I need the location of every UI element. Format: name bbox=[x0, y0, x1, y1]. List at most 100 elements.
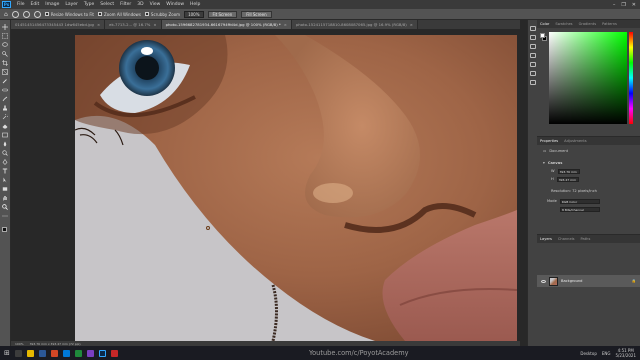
menu-image[interactable]: Image bbox=[42, 2, 62, 7]
history-panel-icon[interactable] bbox=[529, 26, 536, 31]
status-zoom[interactable]: 100% bbox=[15, 342, 24, 346]
move-tool-icon[interactable] bbox=[2, 24, 9, 30]
minimize-button[interactable]: – bbox=[613, 2, 616, 8]
document-canvas[interactable] bbox=[75, 35, 517, 341]
more-tools-icon[interactable] bbox=[2, 213, 9, 219]
tab-channels[interactable]: Channels bbox=[555, 237, 578, 241]
libraries-panel-icon[interactable] bbox=[529, 62, 536, 67]
color-picker-field[interactable] bbox=[549, 32, 627, 124]
brush-settings-icon[interactable] bbox=[529, 35, 536, 40]
zoom-tool-icon[interactable] bbox=[11, 10, 19, 18]
character-panel-icon[interactable] bbox=[529, 44, 536, 49]
width-field[interactable]: 393.76 mm bbox=[557, 169, 580, 174]
tab-gradients[interactable]: Gradients bbox=[576, 22, 600, 26]
pen-tool-icon[interactable] bbox=[2, 159, 9, 165]
tab-patterns[interactable]: Patterns bbox=[599, 22, 620, 26]
zoom-value-field[interactable]: 100% bbox=[184, 10, 204, 18]
doc-tab-1[interactable]: 01451451456473345443 1dw645ebd.jpg × bbox=[11, 20, 106, 29]
frame-tool-icon[interactable] bbox=[2, 69, 9, 75]
fit-screen-button[interactable]: Fit Screen bbox=[207, 10, 238, 18]
menu-view[interactable]: View bbox=[147, 2, 164, 7]
app-icon[interactable] bbox=[50, 349, 58, 357]
doc-tab-4[interactable]: photo-1524115718810-8608087065.jpg @ 16.… bbox=[291, 20, 418, 29]
menu-3d[interactable]: 3D bbox=[134, 2, 146, 7]
app-icon[interactable] bbox=[110, 349, 118, 357]
tab-swatches[interactable]: Swatches bbox=[552, 22, 575, 26]
menu-file[interactable]: File bbox=[14, 2, 28, 7]
mode-select[interactable]: RGB Color bbox=[559, 199, 600, 204]
eraser-tool-icon[interactable] bbox=[2, 123, 9, 129]
menu-select[interactable]: Select bbox=[97, 2, 117, 7]
foreground-color-swatch[interactable] bbox=[2, 227, 7, 232]
actions-panel-icon[interactable] bbox=[529, 80, 536, 85]
path-selection-tool-icon[interactable] bbox=[2, 177, 9, 183]
paragraph-panel-icon[interactable] bbox=[529, 53, 536, 58]
menu-edit[interactable]: Edit bbox=[28, 2, 43, 7]
app-icon[interactable] bbox=[38, 349, 46, 357]
search-icon[interactable] bbox=[14, 349, 22, 357]
foreground-color-chip[interactable] bbox=[540, 33, 545, 38]
resize-windows-checkbox[interactable]: Resize Windows to Fit bbox=[44, 12, 94, 17]
scrubby-zoom-label: Scrubby Zoom bbox=[150, 11, 181, 17]
chevron-down-icon[interactable]: ▾ bbox=[543, 161, 545, 165]
scrubby-zoom-checkbox[interactable]: Scrubby Zoom bbox=[144, 11, 181, 17]
desktop-label[interactable]: Desktop bbox=[580, 351, 597, 356]
visibility-eye-icon[interactable] bbox=[541, 279, 546, 283]
file-explorer-icon[interactable] bbox=[26, 349, 34, 357]
hue-slider[interactable] bbox=[629, 32, 633, 124]
maximize-button[interactable]: ❐ bbox=[621, 2, 625, 8]
close-tab-icon[interactable]: × bbox=[97, 22, 100, 27]
brush-tool-icon[interactable] bbox=[2, 96, 9, 102]
hand-tool-icon[interactable] bbox=[2, 195, 9, 201]
marquee-tool-icon[interactable] bbox=[2, 33, 9, 39]
healing-brush-tool-icon[interactable] bbox=[2, 87, 9, 93]
canvas-workspace[interactable] bbox=[11, 29, 520, 341]
close-tab-icon[interactable]: × bbox=[153, 22, 156, 27]
lock-icon[interactable]: 🔒 bbox=[632, 279, 636, 283]
doc-tab-active[interactable]: photo-1596682781934-6616794ffd4d.jpg @ 1… bbox=[161, 20, 292, 29]
document-row: ▭ Document bbox=[543, 149, 568, 153]
app-icon[interactable] bbox=[86, 349, 94, 357]
crop-tool-icon[interactable] bbox=[2, 60, 9, 66]
history-brush-tool-icon[interactable] bbox=[2, 114, 9, 120]
zoom-tool-icon[interactable] bbox=[2, 204, 9, 210]
tab-layers[interactable]: Layers bbox=[537, 237, 555, 241]
start-button[interactable]: ⊞ bbox=[4, 349, 10, 357]
menu-type[interactable]: Type bbox=[81, 2, 97, 7]
clock[interactable]: 4:51 PM 5/23/2021 bbox=[615, 348, 636, 358]
zoom-in-icon[interactable] bbox=[22, 10, 30, 18]
type-tool-icon[interactable] bbox=[2, 168, 9, 174]
layer-background[interactable]: Background 🔒 bbox=[537, 275, 640, 287]
doc-tab-2[interactable]: ek-7713-2... @ 16.7% × bbox=[105, 20, 162, 29]
tab-adjustments[interactable]: Adjustments bbox=[561, 139, 590, 143]
fill-screen-button[interactable]: Fill Screen bbox=[241, 10, 272, 18]
bit-depth-select[interactable]: 8 Bits/Channel bbox=[560, 207, 600, 212]
menu-layer[interactable]: Layer bbox=[62, 2, 81, 7]
height-field[interactable]: 393.47 mm bbox=[556, 177, 579, 182]
menu-window[interactable]: Window bbox=[163, 2, 187, 7]
zoom-out-icon[interactable] bbox=[33, 10, 41, 18]
close-tab-icon[interactable]: × bbox=[410, 22, 413, 27]
photoshop-taskbar-icon[interactable] bbox=[98, 349, 106, 357]
language-indicator[interactable]: ENG bbox=[602, 351, 611, 356]
app-icon[interactable] bbox=[74, 349, 82, 357]
eyedropper-tool-icon[interactable] bbox=[2, 78, 9, 84]
close-button[interactable]: ✕ bbox=[632, 2, 636, 8]
tab-properties[interactable]: Properties bbox=[537, 139, 561, 143]
dodge-tool-icon[interactable] bbox=[2, 150, 9, 156]
quick-select-tool-icon[interactable] bbox=[2, 51, 9, 57]
lasso-tool-icon[interactable] bbox=[2, 42, 9, 48]
zoom-all-windows-checkbox[interactable]: Zoom All Windows bbox=[98, 12, 141, 17]
close-tab-icon[interactable]: × bbox=[284, 22, 287, 27]
blur-tool-icon[interactable] bbox=[2, 141, 9, 147]
tab-paths[interactable]: Paths bbox=[578, 237, 594, 241]
home-icon[interactable]: ⌂ bbox=[4, 11, 8, 18]
app-icon[interactable] bbox=[62, 349, 70, 357]
menu-help[interactable]: Help bbox=[187, 2, 203, 7]
rectangle-tool-icon[interactable] bbox=[2, 186, 9, 192]
menu-filter[interactable]: Filter bbox=[117, 2, 134, 7]
info-panel-icon[interactable] bbox=[529, 71, 536, 76]
gradient-tool-icon[interactable] bbox=[2, 132, 9, 138]
tab-color[interactable]: Color bbox=[537, 22, 552, 26]
clone-stamp-tool-icon[interactable] bbox=[2, 105, 9, 111]
